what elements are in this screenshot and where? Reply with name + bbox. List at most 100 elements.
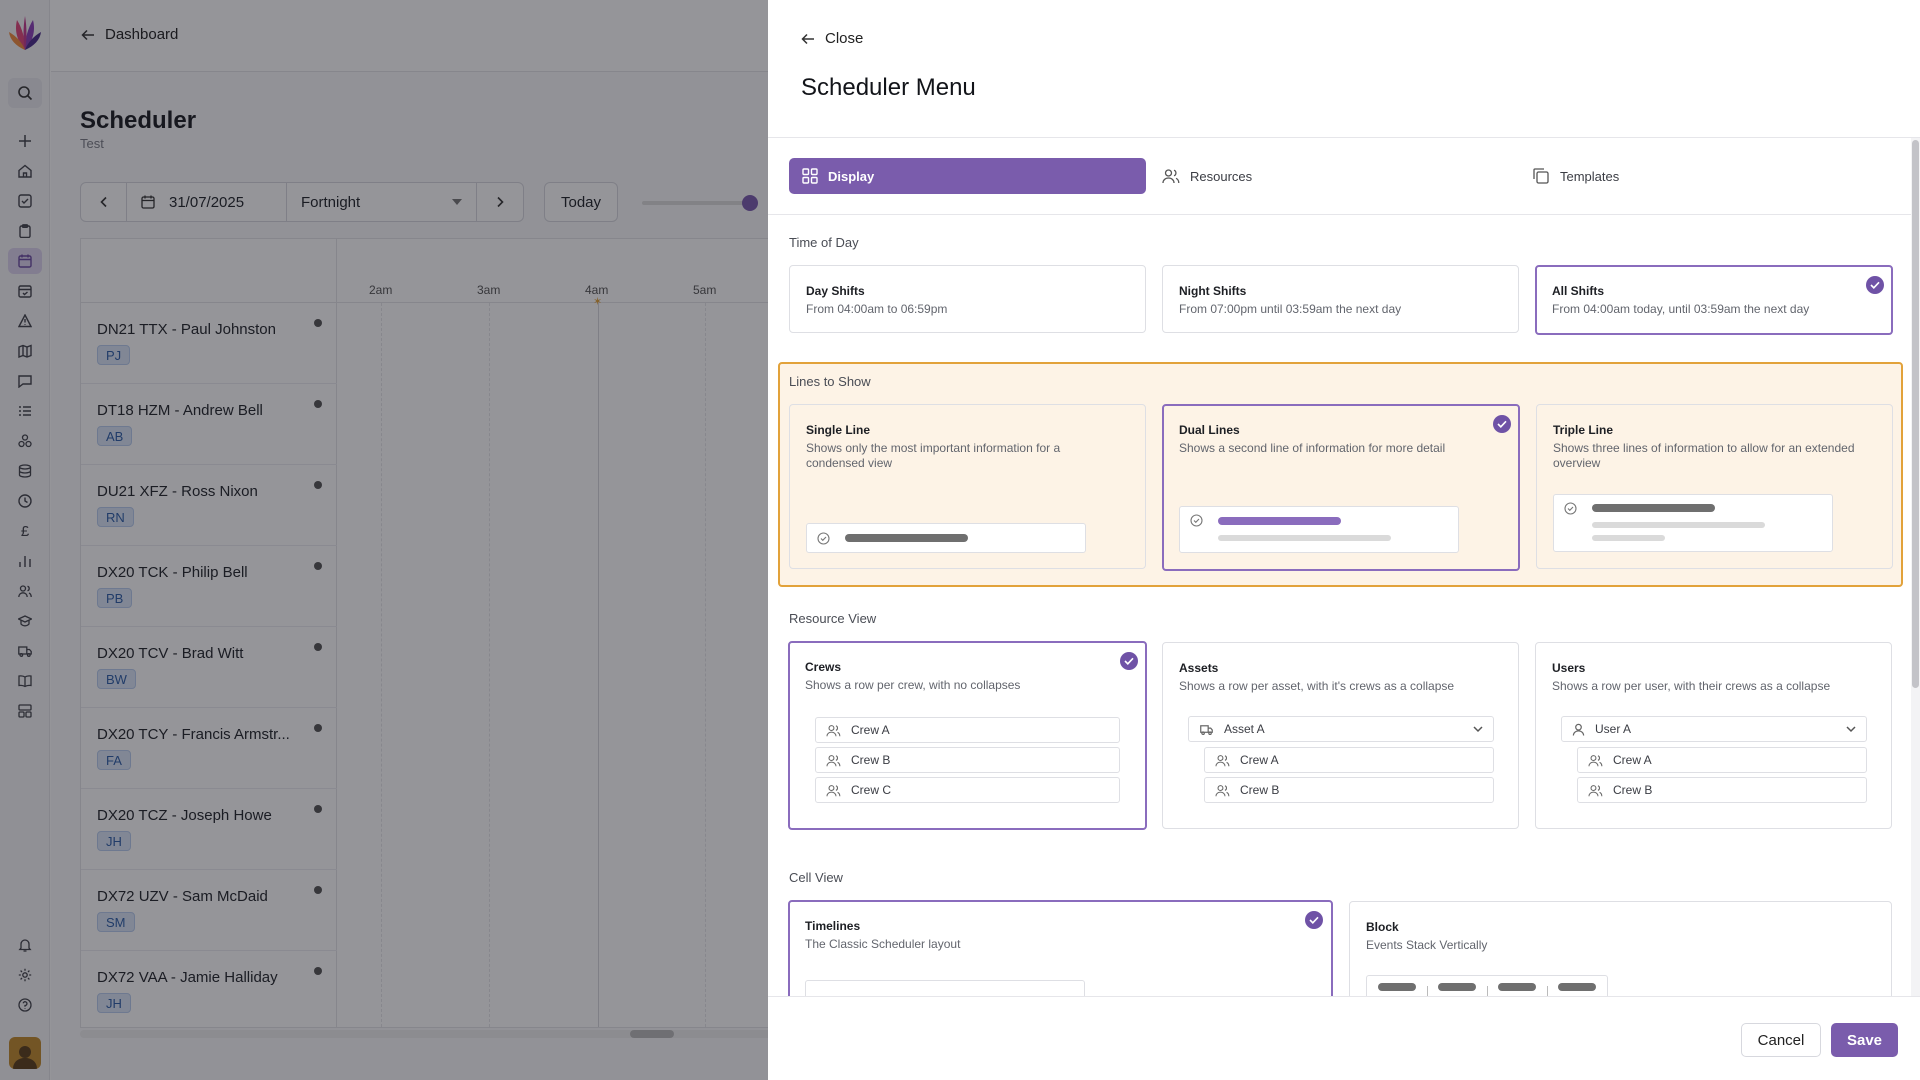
single-line-option[interactable]: Single Line Shows only the most importan… bbox=[789, 404, 1146, 569]
triple-line-preview bbox=[1553, 494, 1833, 552]
all-shifts-option[interactable]: All Shifts From 04:00am today, until 03:… bbox=[1535, 265, 1893, 335]
preview-divider bbox=[1487, 986, 1488, 996]
truck-icon bbox=[1199, 723, 1214, 736]
option-title: Timelines bbox=[805, 919, 861, 933]
item-label: Crew A bbox=[1240, 753, 1279, 767]
option-title: Dual Lines bbox=[1179, 423, 1240, 437]
option-description: Shows a row per crew, with no collapses bbox=[805, 678, 1021, 692]
save-button[interactable]: Save bbox=[1831, 1023, 1898, 1057]
users-icon bbox=[826, 784, 841, 797]
option-description: From 07:00pm until 03:59am the next day bbox=[1179, 302, 1402, 316]
triple-line-option[interactable]: Triple Line Shows three lines of informa… bbox=[1536, 404, 1893, 569]
preview-line-bar bbox=[1592, 504, 1715, 512]
item-label: Asset A bbox=[1224, 722, 1265, 736]
cancel-button[interactable]: Cancel bbox=[1741, 1023, 1821, 1057]
list-item: Crew B bbox=[815, 747, 1120, 773]
users-icon bbox=[1588, 754, 1603, 767]
grid-icon bbox=[802, 168, 818, 184]
timelines-preview bbox=[805, 980, 1085, 996]
single-line-preview bbox=[806, 523, 1086, 553]
tab-label: Display bbox=[828, 168, 875, 184]
preview-line-bar bbox=[1218, 535, 1391, 541]
scheduler-menu-drawer: Close Scheduler Menu Display Resources T… bbox=[768, 0, 1920, 1080]
preview-line-bar bbox=[1218, 517, 1341, 525]
close-button[interactable]: Close bbox=[801, 30, 863, 47]
preview-line-bar bbox=[1592, 522, 1765, 528]
option-description: Shows a second line of information for m… bbox=[1179, 441, 1446, 455]
tab-resources[interactable]: Resources bbox=[1146, 158, 1518, 194]
section-label-time-of-day: Time of Day bbox=[789, 235, 859, 250]
scrollbar-thumb[interactable] bbox=[1912, 140, 1919, 688]
drawer-content: Display Resources Templates Time of Day … bbox=[768, 138, 1911, 996]
vertical-scrollbar[interactable] bbox=[1911, 138, 1920, 996]
drawer-tabs: Display Resources Templates bbox=[789, 158, 1899, 194]
chevron-down-icon bbox=[1473, 725, 1483, 733]
block-preview bbox=[1366, 975, 1608, 996]
check-circle-icon bbox=[1564, 502, 1577, 515]
list-item: Crew A bbox=[1204, 747, 1494, 773]
dual-lines-option[interactable]: Dual Lines Shows a second line of inform… bbox=[1162, 404, 1520, 571]
list-item: Crew B bbox=[1204, 777, 1494, 803]
item-label: Crew B bbox=[1613, 783, 1653, 797]
section-label-lines: Lines to Show bbox=[789, 374, 871, 389]
list-item: Crew C bbox=[815, 777, 1120, 803]
item-label: Crew B bbox=[851, 753, 891, 767]
day-shifts-option[interactable]: Day Shifts From 04:00am to 06:59pm bbox=[789, 265, 1146, 333]
user-icon bbox=[1572, 723, 1585, 736]
option-title: All Shifts bbox=[1552, 284, 1605, 298]
users-icon bbox=[1215, 784, 1230, 797]
night-shifts-option[interactable]: Night Shifts From 07:00pm until 03:59am … bbox=[1162, 265, 1519, 333]
preview-block bbox=[1438, 983, 1476, 991]
preview-block bbox=[1558, 983, 1596, 991]
check-circle-icon bbox=[1866, 276, 1884, 294]
users-icon bbox=[826, 724, 841, 737]
users-option[interactable]: Users Shows a row per user, with their c… bbox=[1535, 642, 1892, 829]
preview-block bbox=[1498, 983, 1536, 991]
option-title: Night Shifts bbox=[1179, 284, 1247, 298]
item-label: User A bbox=[1595, 722, 1632, 736]
option-title: Assets bbox=[1179, 661, 1219, 675]
users-icon bbox=[1588, 784, 1603, 797]
users-icon bbox=[1215, 754, 1230, 767]
check-circle-icon bbox=[1190, 514, 1203, 527]
check-circle-icon bbox=[1120, 652, 1138, 670]
option-description: Shows a row per asset, with it's crews a… bbox=[1179, 679, 1455, 693]
asset-collapse-header: Asset A bbox=[1188, 716, 1494, 742]
list-item: Crew B bbox=[1577, 777, 1867, 803]
tab-templates[interactable]: Templates bbox=[1518, 158, 1898, 194]
dual-lines-preview bbox=[1179, 506, 1459, 553]
tab-label: Templates bbox=[1560, 168, 1620, 184]
option-description: Events Stack Vertically bbox=[1366, 938, 1488, 952]
block-option[interactable]: Block Events Stack Vertically bbox=[1349, 901, 1892, 996]
list-item: Crew A bbox=[815, 717, 1120, 743]
check-circle-icon bbox=[1305, 911, 1323, 929]
check-circle-icon bbox=[817, 532, 830, 545]
user-collapse-header: User A bbox=[1561, 716, 1867, 742]
assets-option[interactable]: Assets Shows a row per asset, with it's … bbox=[1162, 642, 1519, 829]
drawer-title: Scheduler Menu bbox=[801, 74, 976, 101]
preview-line-bar bbox=[1592, 535, 1665, 541]
option-description: From 04:00am today, until 03:59am the ne… bbox=[1552, 302, 1810, 316]
copy-icon bbox=[1532, 167, 1550, 185]
option-description: Shows only the most important informatio… bbox=[806, 441, 1061, 470]
item-label: Crew A bbox=[1613, 753, 1652, 767]
tab-label: Resources bbox=[1190, 168, 1253, 184]
crews-option[interactable]: Crews Shows a row per crew, with no coll… bbox=[788, 641, 1147, 830]
timelines-option[interactable]: Timelines The Classic Scheduler layout bbox=[788, 900, 1333, 996]
option-title: Users bbox=[1552, 661, 1586, 675]
check-circle-icon bbox=[1493, 415, 1511, 433]
option-description: Shows three lines of information to allo… bbox=[1553, 441, 1855, 470]
item-label: Crew B bbox=[1240, 783, 1280, 797]
drawer-footer: Cancel Save bbox=[768, 996, 1920, 1080]
preview-divider bbox=[1427, 986, 1428, 996]
option-title: Block bbox=[1366, 920, 1399, 934]
tab-display[interactable]: Display bbox=[789, 158, 1146, 194]
option-title: Day Shifts bbox=[806, 284, 865, 298]
option-title: Single Line bbox=[806, 423, 871, 437]
option-description: From 04:00am to 06:59pm bbox=[806, 302, 948, 316]
option-title: Triple Line bbox=[1553, 423, 1614, 437]
users-icon bbox=[826, 754, 841, 767]
modal-backdrop[interactable] bbox=[0, 0, 768, 1080]
option-description: Shows a row per user, with their crews a… bbox=[1552, 679, 1831, 693]
divider bbox=[768, 214, 1911, 215]
